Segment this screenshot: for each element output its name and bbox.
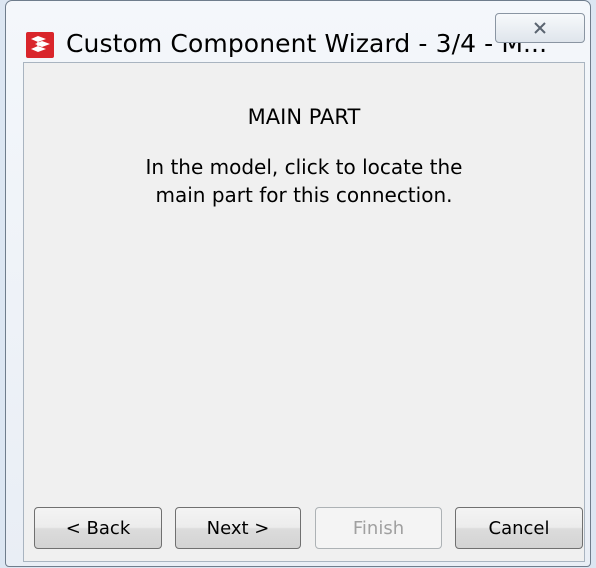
instruction-line-2: main part for this connection. (155, 183, 453, 207)
next-button[interactable]: Next > (175, 507, 301, 549)
close-icon (533, 19, 547, 38)
step-instruction: In the model, click to locate the main p… (64, 153, 544, 209)
window-frame: Custom Component Wizard - 3/4 - M... MAI… (5, 0, 591, 567)
instruction-line-1: In the model, click to locate the (145, 155, 463, 179)
close-button[interactable] (495, 13, 585, 43)
wizard-content: MAIN PART In the model, click to locate … (23, 62, 585, 562)
finish-button: Finish (315, 507, 442, 549)
cancel-button[interactable]: Cancel (455, 507, 583, 549)
step-heading: MAIN PART (247, 105, 361, 129)
window-title: Custom Component Wizard - 3/4 - M... (66, 29, 548, 58)
back-button[interactable]: < Back (34, 507, 162, 549)
wizard-window: Custom Component Wizard - 3/4 - M... MAI… (0, 0, 596, 568)
app-icon (26, 32, 54, 58)
